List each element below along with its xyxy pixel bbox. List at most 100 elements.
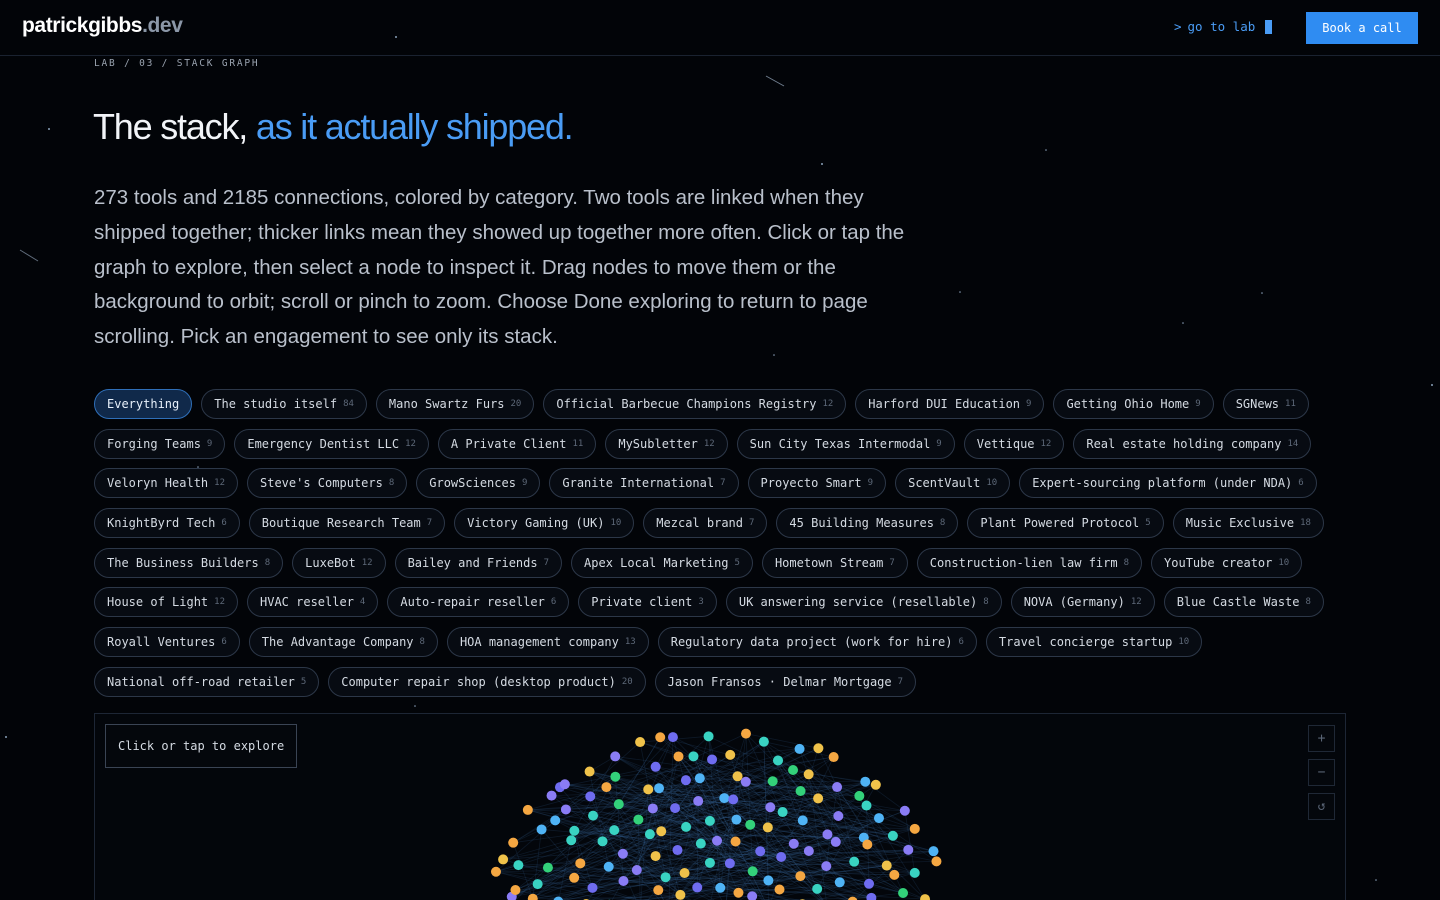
graph-node[interactable] <box>660 872 671 883</box>
filter-chip[interactable]: Royall Ventures 6 <box>94 627 240 658</box>
graph-node[interactable] <box>730 836 741 847</box>
graph-node[interactable] <box>510 885 521 896</box>
graph-node[interactable] <box>613 799 624 810</box>
graph-node[interactable] <box>656 826 667 837</box>
filter-chip[interactable]: YouTube creator 10 <box>1151 547 1303 578</box>
graph-node[interactable] <box>588 810 599 821</box>
graph-node[interactable] <box>569 825 580 836</box>
filter-chip[interactable]: Private client 3 <box>578 587 717 618</box>
graph-node[interactable] <box>694 773 705 784</box>
filter-chip[interactable]: GrowSciences 9 <box>416 468 541 499</box>
graph-node[interactable] <box>849 856 860 867</box>
graph-node[interactable] <box>812 883 823 894</box>
graph-node[interactable] <box>670 803 681 814</box>
graph-node[interactable] <box>860 776 871 787</box>
graph-node[interactable] <box>601 782 612 793</box>
graph-node[interactable] <box>673 751 684 762</box>
filter-chip[interactable]: Getting Ohio Home 9 <box>1053 389 1214 419</box>
graph-node[interactable] <box>899 805 910 816</box>
graph-node[interactable] <box>777 807 788 818</box>
graph-node[interactable] <box>828 752 839 763</box>
graph-node[interactable] <box>569 872 580 883</box>
graph-node[interactable] <box>903 844 914 855</box>
filter-chip[interactable]: Proyecto Smart 9 <box>747 468 887 499</box>
graph-node[interactable] <box>920 894 931 900</box>
filter-chip[interactable]: Music Exclusive 18 <box>1172 508 1324 539</box>
graph-node[interactable] <box>803 846 814 857</box>
graph-node[interactable] <box>728 794 739 805</box>
filter-chip[interactable]: Forging Teams 9 <box>94 428 226 459</box>
zoom-in-button[interactable]: + <box>1308 725 1335 752</box>
filter-chip[interactable]: Travel concierge startup 10 <box>985 627 1203 658</box>
graph-node[interactable] <box>650 761 661 772</box>
graph-node[interactable] <box>610 751 621 762</box>
filter-chip[interactable]: Blue Castle Waste 8 <box>1163 587 1324 618</box>
graph-node[interactable] <box>672 845 683 856</box>
filter-chip[interactable]: Jason Fransos · Delmar Mortgage 7 <box>654 666 917 697</box>
filter-chip[interactable]: UK answering service (resellable) 8 <box>725 587 1002 618</box>
graph-node[interactable] <box>508 837 519 848</box>
graph-node[interactable] <box>575 858 586 869</box>
graph-node[interactable] <box>546 790 557 801</box>
graph-node[interactable] <box>536 824 547 835</box>
graph-node[interactable] <box>707 754 718 765</box>
graph-node[interactable] <box>532 879 543 890</box>
graph-node[interactable] <box>832 782 843 793</box>
filter-chip[interactable]: Boutique Research Team 7 <box>248 508 446 539</box>
graph-node[interactable] <box>703 731 714 742</box>
filter-chip[interactable]: HVAC reseller 4 <box>247 587 379 618</box>
graph-node[interactable] <box>740 728 751 739</box>
graph-node[interactable] <box>692 882 703 893</box>
graph-node[interactable] <box>725 749 736 760</box>
graph-node[interactable] <box>724 858 735 869</box>
graph-node[interactable] <box>881 860 892 871</box>
filter-chip[interactable]: National off-road retailer 5 <box>94 666 320 697</box>
graph-node[interactable] <box>597 836 608 847</box>
graph-node[interactable] <box>813 793 824 804</box>
filter-chip[interactable]: Sun City Texas Intermodal 9 <box>736 428 955 459</box>
graph-node[interactable] <box>762 822 773 833</box>
filter-chip[interactable]: Plant Powered Protocol 5 <box>967 508 1164 539</box>
graph-node[interactable] <box>560 804 571 815</box>
graph-node[interactable] <box>712 835 723 846</box>
filter-chip[interactable]: Granite International 7 <box>549 468 739 499</box>
filter-chip[interactable]: Expert-sourcing platform (under NDA) 6 <box>1019 468 1317 499</box>
filter-chip[interactable]: Bailey and Friends 7 <box>394 547 563 578</box>
graph-node[interactable] <box>889 869 900 880</box>
graph-node[interactable] <box>834 877 845 888</box>
filter-chip[interactable]: Vettique 12 <box>963 428 1065 459</box>
filter-chip[interactable]: Mano Swartz Furs 20 <box>375 389 535 419</box>
graph-node[interactable] <box>795 871 806 882</box>
graph-node[interactable] <box>650 851 661 862</box>
stack-graph-panel[interactable]: Click or tap to explore + − ↺ <box>94 713 1346 900</box>
filter-chip[interactable]: Real estate holding company 14 <box>1073 428 1312 459</box>
zoom-out-button[interactable]: − <box>1308 759 1335 786</box>
filter-chip[interactable]: Everything <box>94 389 193 419</box>
filter-chip[interactable]: Computer repair shop (desktop product) 20 <box>328 666 646 697</box>
graph-node[interactable] <box>704 815 715 826</box>
graph-node[interactable] <box>681 821 692 832</box>
filter-chip[interactable]: SGNews 11 <box>1222 389 1309 419</box>
graph-node[interactable] <box>679 868 690 879</box>
filter-chip[interactable]: Apex Local Marketing 5 <box>571 547 753 578</box>
book-a-call-button[interactable]: Book a call <box>1306 12 1418 44</box>
graph-node[interactable] <box>704 857 715 868</box>
explore-graph-button[interactable]: Click or tap to explore <box>105 724 298 768</box>
graph-node[interactable] <box>731 814 742 825</box>
graph-node[interactable] <box>527 893 538 900</box>
graph-node[interactable] <box>745 819 756 830</box>
graph-node[interactable] <box>733 887 744 898</box>
graph-node[interactable] <box>587 882 598 893</box>
graph-node[interactable] <box>667 732 678 743</box>
graph-node[interactable] <box>861 800 872 811</box>
filter-chip[interactable]: A Private Client 11 <box>437 428 597 459</box>
graph-node[interactable] <box>898 888 909 899</box>
graph-node[interactable] <box>773 755 784 766</box>
graph-node[interactable] <box>584 766 595 777</box>
graph-node[interactable] <box>887 830 898 841</box>
filter-chip[interactable]: 45 Building Measures 8 <box>776 508 959 539</box>
graph-node[interactable] <box>654 783 665 794</box>
graph-node[interactable] <box>559 779 570 790</box>
graph-node[interactable] <box>542 862 553 873</box>
graph-node[interactable] <box>758 736 769 747</box>
